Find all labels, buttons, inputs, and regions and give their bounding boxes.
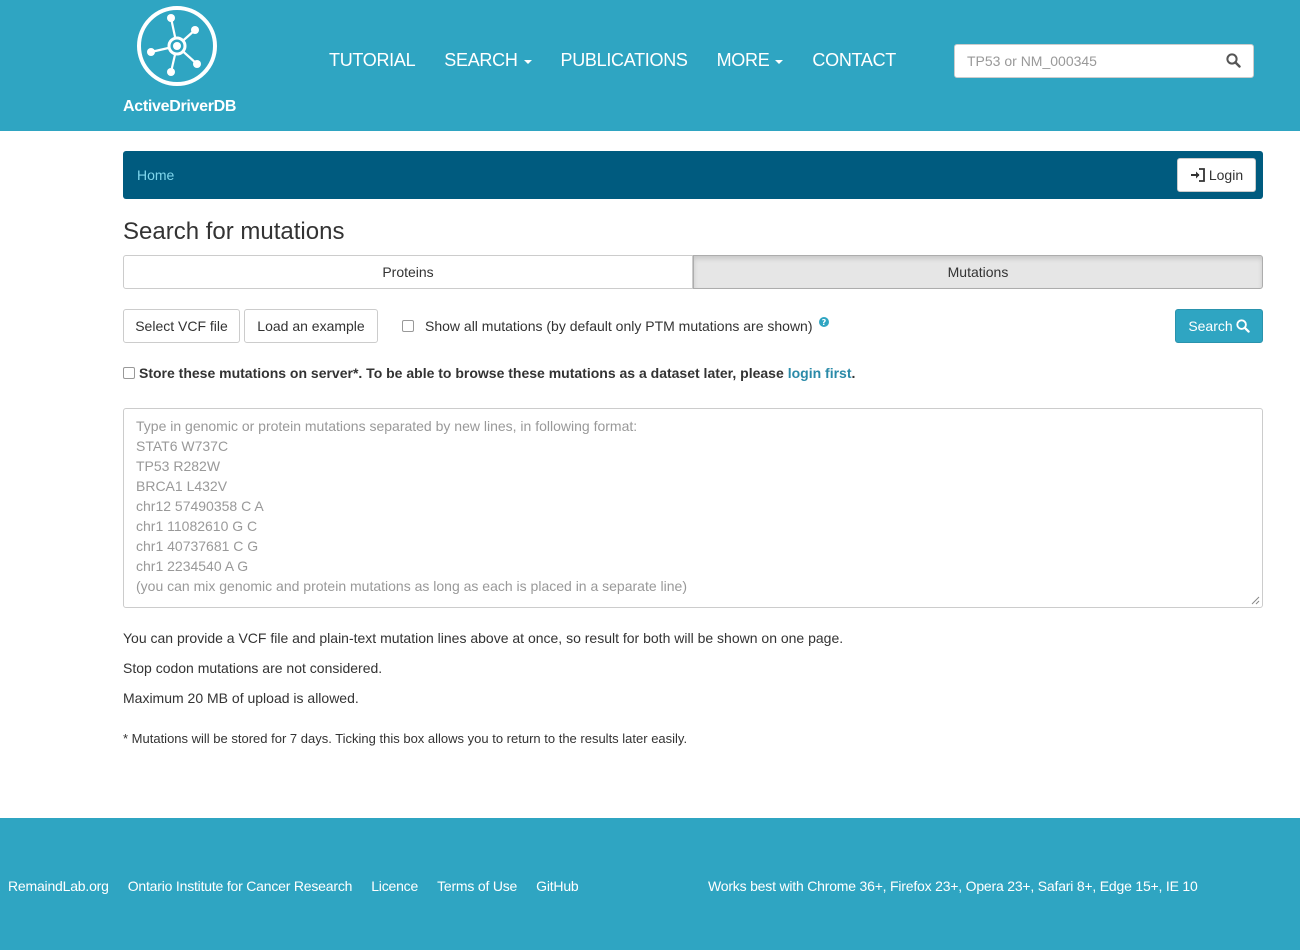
site-header: ActiveDriverDB TUTORIAL SEARCH PUBLICATI… [0, 0, 1300, 131]
login-first-link[interactable]: login first [788, 365, 852, 381]
logo-text: ActiveDriverDB [123, 98, 237, 115]
tab-proteins[interactable]: Proteins [123, 255, 693, 289]
help-icon[interactable]: ? [818, 314, 829, 330]
breadcrumb: Home Login [123, 151, 1263, 199]
quick-search [954, 44, 1254, 78]
nav-search-label: SEARCH [444, 50, 518, 70]
placeholder-line: chr12 57490358 C A [136, 498, 264, 514]
load-example-button[interactable]: Load an example [244, 309, 378, 343]
sign-in-icon [1190, 168, 1205, 182]
placeholder-line: STAT6 W737C [136, 438, 229, 454]
note-vcf-and-text: You can provide a VCF file and plain-tex… [123, 630, 844, 646]
show-all-mutations-option: Show all mutations (by default only PTM … [402, 317, 829, 334]
quick-search-input[interactable] [955, 45, 1215, 77]
login-label: Login [1208, 167, 1244, 183]
note-storage-duration: * Mutations will be stored for 7 days. T… [123, 731, 688, 746]
svg-text:?: ? [821, 318, 826, 327]
tab-mutations[interactable]: Mutations [693, 255, 1263, 289]
mutations-textarea[interactable]: Type in genomic or protein mutations sep… [123, 408, 1263, 608]
placeholder-line: chr1 2234540 A G [136, 558, 249, 574]
nav-tutorial[interactable]: TUTORIAL [329, 50, 416, 71]
nav-search[interactable]: SEARCH [444, 50, 532, 71]
placeholder-line: chr1 40737681 C G [136, 538, 259, 554]
main-nav: TUTORIAL SEARCH PUBLICATIONS MORE CONTAC… [329, 50, 925, 71]
show-all-label: Show all mutations (by default only PTM … [425, 318, 813, 334]
network-logo-icon [137, 6, 217, 86]
browser-support-note: Works best with Chrome 36+, Firefox 23+,… [708, 878, 1198, 894]
search-button[interactable]: Search [1175, 309, 1263, 343]
breadcrumb-home-link[interactable]: Home [137, 167, 174, 183]
note-max-upload: Maximum 20 MB of upload is allowed. [123, 690, 359, 706]
caret-down-icon [523, 59, 532, 64]
store-mutations-checkbox[interactable] [123, 367, 135, 379]
note-stop-codon: Stop codon mutations are not considered. [123, 660, 383, 676]
nav-tutorial-label: TUTORIAL [329, 50, 416, 70]
footer-link-terms[interactable]: Terms of Use [437, 878, 517, 894]
placeholder-line: chr1 11082610 G C [136, 518, 258, 534]
select-vcf-button[interactable]: Select VCF file [123, 309, 240, 343]
placeholder-line: BRCA1 L432V [136, 478, 228, 494]
nav-contact[interactable]: CONTACT [812, 50, 896, 71]
caret-down-icon [775, 59, 784, 64]
footer-link-licence[interactable]: Licence [371, 878, 418, 894]
footer-links: RemaindLab.org Ontario Institute for Can… [8, 878, 598, 894]
search-icon [1236, 319, 1250, 333]
page-title: Search for mutations [123, 218, 345, 245]
show-all-checkbox[interactable] [402, 320, 414, 332]
nav-more-label: MORE [716, 50, 770, 70]
search-button-label: Search [1188, 318, 1233, 334]
search-icon[interactable] [1226, 53, 1241, 73]
placeholder-line: TP53 R282W [136, 458, 221, 474]
footer-link-oicr[interactable]: Ontario Institute for Cancer Research [128, 878, 353, 894]
footer-link-remaindlab[interactable]: RemaindLab.org [8, 878, 109, 894]
footer-link-github[interactable]: GitHub [536, 878, 579, 894]
placeholder-line: (you can mix genomic and protein mutatio… [136, 578, 687, 594]
nav-more[interactable]: MORE [717, 50, 784, 71]
search-type-tabs: Proteins Mutations [123, 255, 1263, 289]
store-mutations-end: . [851, 365, 856, 381]
login-button[interactable]: Login [1177, 158, 1256, 192]
store-mutations-label: Store these mutations on server*. To be … [139, 365, 784, 381]
site-logo[interactable]: ActiveDriverDB [123, 4, 237, 119]
resize-handle-icon[interactable] [1251, 596, 1260, 605]
nav-publications-label: PUBLICATIONS [560, 50, 688, 70]
nav-contact-label: CONTACT [812, 50, 896, 70]
site-footer: RemaindLab.org Ontario Institute for Can… [0, 818, 1300, 950]
store-mutations-option: Store these mutations on server*. To be … [123, 365, 855, 381]
nav-publications[interactable]: PUBLICATIONS [561, 50, 688, 71]
placeholder-line: Type in genomic or protein mutations sep… [136, 418, 638, 434]
